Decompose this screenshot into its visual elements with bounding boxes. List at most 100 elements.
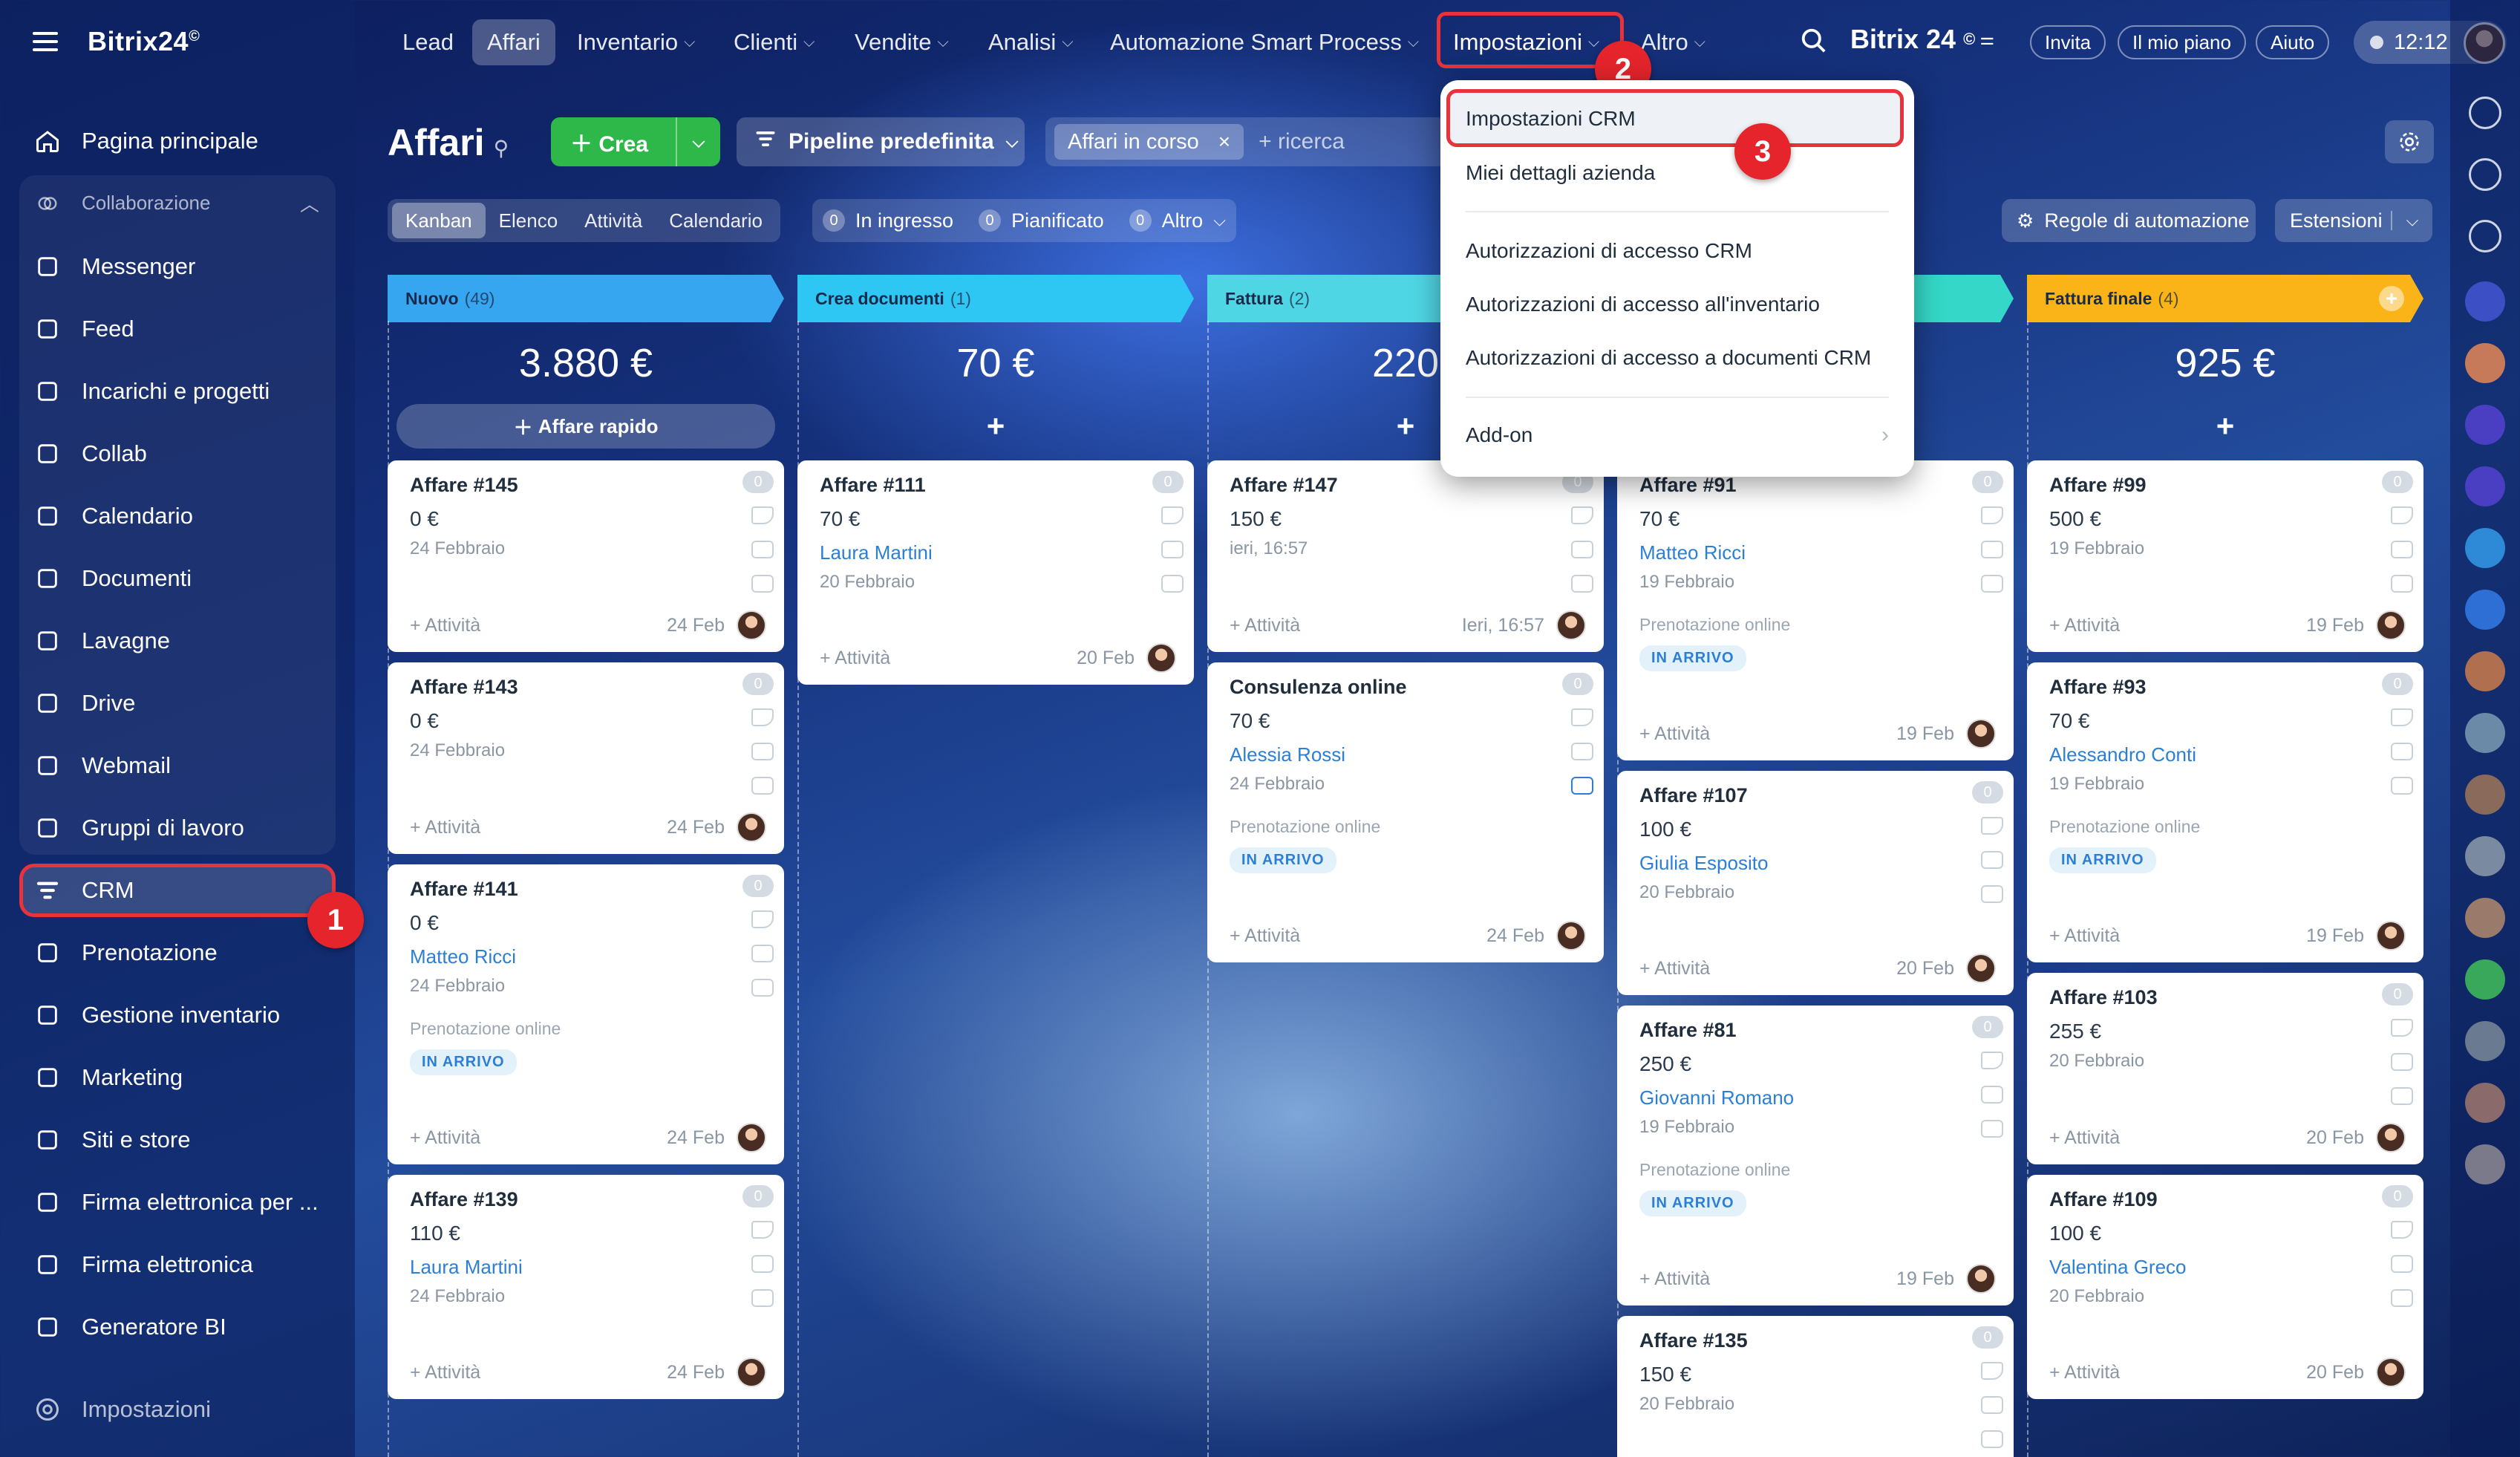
deal-card[interactable]: Affare #145 0 € 24 Febbraio 0 + Attività 24 F… [388,460,784,652]
close-icon[interactable]: × [1218,130,1230,154]
chevron-up-icon[interactable]: ︿ [300,189,319,217]
column-header[interactable]: Nuovo (49) [388,275,784,322]
chat-icon[interactable] [1981,885,2003,903]
quick-deal-button[interactable]: ＋ Affare rapido [396,404,775,449]
help-button[interactable]: Aiuto [2256,25,2330,59]
deal-card[interactable]: Affare #81 250 € Giovanni Romano 19 Febbrai… [1617,1005,2014,1306]
search-icon[interactable] [1800,27,1828,59]
chat-icon[interactable] [2391,1289,2413,1307]
add-stage-icon[interactable]: + [2379,286,2404,311]
responsible-avatar[interactable] [737,610,766,640]
chat-icon[interactable] [751,979,774,997]
deal-card[interactable]: Affare #143 0 € 24 Febbraio 0 + Attività 24 F… [388,662,784,854]
deal-title[interactable]: Affare #135 [1639,1329,1991,1352]
pipeline-select[interactable]: Pipeline predefinita ⌵ [737,117,1025,166]
deal-card[interactable]: Affare #107 100 € Giulia Esposito 20 Febbra… [1617,771,2014,995]
deal-title[interactable]: Affare #147 [1230,474,1581,497]
deal-card[interactable]: Affare #103 255 € 20 Febbraio 0 + Attività 20… [2027,973,2423,1164]
deal-contact-link[interactable]: Alessandro Conti [2049,743,2401,766]
extensions-button[interactable]: Estensioni ⌵ [2275,199,2432,242]
chat-icon[interactable] [1981,1430,2003,1448]
sidebar-item-bi[interactable]: Generatore BI [33,1305,330,1349]
deal-card[interactable]: Affare #91 70 € Matteo Ricci 19 Febbraio Pre… [1617,460,2014,760]
sidebar-item-home[interactable]: Pagina principale [33,119,330,163]
add-activity-link[interactable]: + Attività [2049,925,2306,947]
add-activity-link[interactable]: + Attività [820,648,1077,669]
mail-icon[interactable] [1981,1086,2003,1104]
my-plan-button[interactable]: Il mio piano [2118,25,2246,59]
mail-icon[interactable] [2391,1053,2413,1071]
menu-item-crm-permissions[interactable]: Autorizzazioni di accesso CRM [1466,229,1889,273]
sidebar-item-boards[interactable]: Lavagne [33,619,330,663]
responsible-avatar[interactable] [1966,1264,1996,1294]
sidebar-item-tasks[interactable]: Incarichi e progetti [33,369,330,414]
phone-icon[interactable] [1981,817,2003,835]
chat-icon[interactable] [751,777,774,795]
chat-icon[interactable] [1981,1120,2003,1138]
chat-icon[interactable] [2391,1087,2413,1105]
mail-icon[interactable] [2391,1255,2413,1273]
deal-contact-link[interactable]: Giovanni Romano [1639,1086,1991,1109]
responsible-avatar[interactable] [737,812,766,842]
mail-icon[interactable] [1161,541,1184,558]
chat-icon[interactable] [751,575,774,593]
view-kanban[interactable]: Kanban [392,203,486,238]
deal-title[interactable]: Affare #139 [410,1188,762,1211]
mail-icon[interactable] [2391,541,2413,558]
add-activity-link[interactable]: + Attività [1639,723,1896,745]
column-header[interactable]: Crea documenti (1) [797,275,1194,322]
phone-icon[interactable] [1981,1362,2003,1380]
deal-contact-link[interactable]: Alessia Rossi [1230,743,1581,766]
deal-contact-link[interactable]: Matteo Ricci [410,945,762,968]
add-activity-link[interactable]: + Attività [410,1127,667,1149]
deal-title[interactable]: Affare #91 [1639,474,1991,497]
deal-title[interactable]: Affare #81 [1639,1019,1991,1042]
tab-vendite[interactable]: Vendite ⌵ [855,19,949,65]
deal-title[interactable]: Affare #107 [1639,784,1991,807]
add-activity-link[interactable]: + Attività [410,615,667,636]
tab-affari[interactable]: Affari [472,19,555,65]
chat-icon[interactable] [2391,575,2413,593]
automation-rules-button[interactable]: ⚙ Regole di automazione [2002,199,2256,242]
responsible-avatar[interactable] [1146,643,1176,673]
sidebar-item-marketing[interactable]: Marketing [33,1055,330,1100]
mail-icon[interactable] [1981,1396,2003,1414]
target-icon[interactable] [2469,158,2501,191]
mail-icon[interactable] [1571,541,1593,558]
app-icon[interactable] [2465,959,2505,1000]
tab-altro[interactable]: Altro ⌵ [1641,19,1705,65]
mail-icon[interactable] [1981,541,2003,558]
app-logo[interactable]: Bitrix24© [88,26,200,57]
phone-icon[interactable] [751,708,774,726]
avatar-icon[interactable] [2465,1021,2505,1061]
menu-burger-icon[interactable] [33,32,58,51]
sidebar-item-feed[interactable]: Feed [33,307,330,351]
brand-logo[interactable]: Bitrix 24 © ⚌ [1850,24,1994,55]
responsible-avatar[interactable] [2376,1123,2406,1153]
deal-title[interactable]: Affare #93 [2049,676,2401,699]
deal-card[interactable]: Affare #111 70 € Laura Martini 20 Febbraio 0… [797,460,1194,685]
phone-icon[interactable] [1571,708,1593,726]
deal-card[interactable]: Affare #147 150 € ieri, 16:57 0 + Attività Ie… [1207,460,1604,652]
filter-search[interactable]: Affari in corso × + ricerca [1045,117,1446,166]
sidebar-item-crm[interactable]: CRM [33,868,330,913]
create-button[interactable]: ＋ Crea ⌵ [551,117,720,166]
invite-button[interactable]: Invita [2030,25,2106,59]
phone-icon[interactable] [2391,506,2413,524]
responsible-avatar[interactable] [737,1357,766,1387]
deal-title[interactable]: Affare #141 [410,878,762,901]
sidebar-item-booking[interactable]: Prenotazione [33,930,330,975]
deal-contact-link[interactable]: Laura Martini [410,1256,762,1279]
sidebar-item-mail[interactable]: Webmail [33,743,330,788]
phone-icon[interactable] [2391,1019,2413,1037]
counter-incoming[interactable]: 0 In ingresso [823,209,953,232]
phone-icon[interactable] [751,910,774,928]
copilot-icon[interactable] [2465,466,2505,506]
mail-icon[interactable] [1981,851,2003,869]
phone-icon[interactable] [1161,506,1184,524]
kanban-settings-gear-icon[interactable] [2385,120,2434,163]
deal-card[interactable]: Consulenza online 70 € Alessia Rossi 24 Feb… [1207,662,1604,962]
add-activity-link[interactable]: + Attività [1230,615,1462,636]
avatar-icon[interactable] [2465,343,2505,383]
add-activity-link[interactable]: + Attività [2049,1127,2306,1149]
